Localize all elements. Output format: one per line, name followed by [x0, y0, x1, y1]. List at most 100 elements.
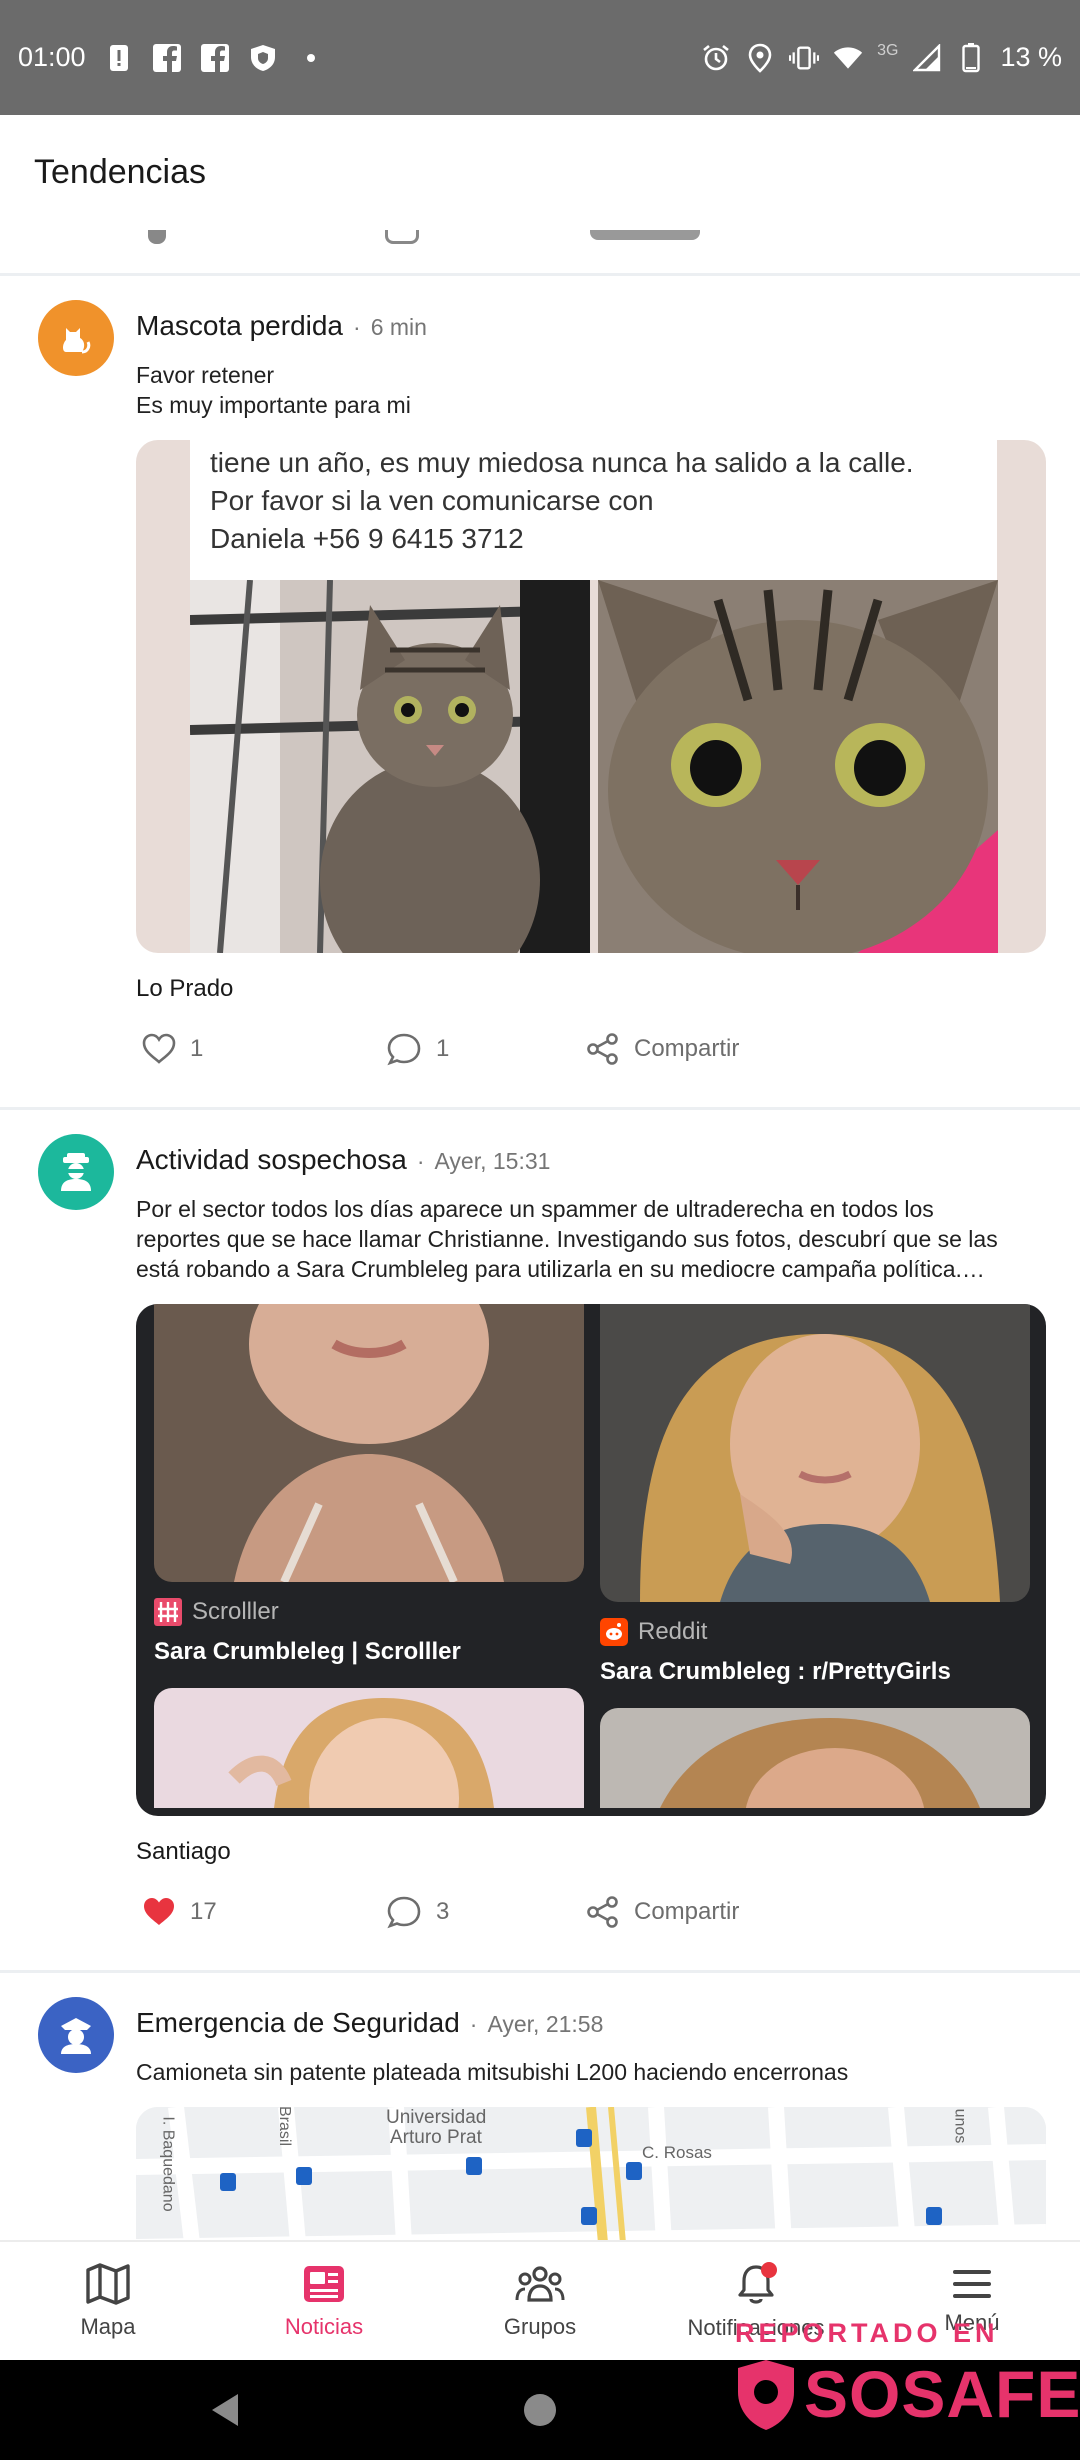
police-officer-icon [61, 2018, 91, 2054]
link-title: Sara Crumbleleg : r/PrettyGirls [600, 1658, 951, 1685]
back-icon[interactable] [208, 2392, 242, 2428]
battery-icon [956, 42, 986, 73]
nav-item-mapa[interactable]: Mapa [0, 2242, 216, 2360]
nav-label: Grupos [503, 2314, 577, 2339]
alarm-icon [701, 43, 731, 73]
link-source: Scrolller [154, 1598, 584, 1626]
wifi-icon [833, 43, 863, 73]
sosafe-logo-icon [738, 2360, 794, 2430]
like-button[interactable]: 17 [136, 1896, 386, 1928]
post-time: Ayer, 21:58 [487, 2011, 604, 2037]
post-actions: 17 3 Compartir [136, 1878, 1046, 1946]
facebook-icon [200, 43, 230, 73]
share-label: Compartir [634, 1035, 740, 1062]
share-icon [587, 1033, 618, 1065]
link-title: Sara Crumbleleg | Scrolller [154, 1638, 461, 1665]
like-count: 1 [190, 1035, 204, 1062]
home-icon[interactable] [522, 2392, 558, 2428]
image-caption: tiene un año, es muy miedosa nunca ha sa… [190, 440, 997, 580]
share-button[interactable]: Compartir [586, 1895, 739, 1929]
link-preview-card[interactable]: Reddit Sara Crumbleleg : r/PrettyGirls [600, 1304, 1030, 1808]
previous-post-actions [0, 230, 1080, 276]
post-separator: · [469, 2011, 478, 2037]
alert-notification-icon [104, 43, 134, 73]
share-button[interactable]: Compartir [586, 1032, 739, 1066]
heart-filled-icon [144, 1898, 174, 1925]
avatar [38, 1997, 114, 2073]
nav-label: Mapa [80, 2314, 136, 2339]
cat-photo-right [598, 580, 998, 953]
map-label: Arturo Prat [390, 2127, 482, 2148]
link-source-name: Reddit [638, 1618, 708, 1645]
avatar [38, 300, 114, 376]
comment-icon [387, 1033, 421, 1066]
post-header: Actividad sospechosa · Ayer, 15:31 [136, 1144, 1046, 1176]
post-separator: · [416, 1148, 425, 1174]
map-preview[interactable]: Universidad Arturo Prat Brasil C. Rosas … [136, 2107, 1046, 2240]
signal-icon [912, 43, 942, 73]
map-label: Universidad [386, 2107, 487, 2128]
post-text: Camioneta sin patente plateada mitsubish… [136, 2059, 849, 2085]
preview-image [600, 1708, 1030, 1808]
map-label: C. Rosas [642, 2143, 712, 2162]
post-text-line: Favor retener [136, 362, 275, 388]
post-time: Ayer, 15:31 [434, 1148, 551, 1174]
map-label: I. Baquedano [159, 2116, 177, 2212]
share-label: Compartir [634, 1898, 740, 1925]
avatar [38, 1134, 114, 1210]
post-category: Emergencia de Seguridad [136, 2007, 460, 2038]
nav-item-grupos[interactable]: Grupos [432, 2242, 648, 2360]
post-text: Por el sector todos los días aparece un … [136, 1196, 998, 1282]
post-image[interactable]: tiene un año, es muy miedosa nunca ha sa… [136, 440, 1046, 953]
bell-icon [738, 2262, 777, 2304]
status-time: 01:00 [18, 42, 86, 72]
comment-button[interactable]: 1 [386, 1032, 586, 1066]
location-icon [745, 43, 775, 73]
post-card[interactable]: Emergencia de Seguridad · Ayer, 21:58 Ca… [0, 1973, 1080, 2240]
image-caption-line: Por favor si la ven comunicarse con [210, 485, 654, 516]
watermark-text: REPORTADO EN [735, 2318, 999, 2348]
app-header: Tendencias [0, 115, 1080, 230]
vibrate-icon [789, 43, 820, 73]
post-card[interactable]: Actividad sospechosa · Ayer, 15:31 Por e… [0, 1110, 1080, 1973]
nav-item-noticias[interactable]: Noticias [216, 2242, 432, 2360]
preview-image [600, 1304, 1030, 1602]
map-label: Brasil [276, 2107, 294, 2147]
link-preview-card[interactable]: Scrolller Sara Crumbleleg | Scrolller [154, 1304, 584, 1808]
page-title: Tendencias [34, 153, 207, 191]
detective-icon [61, 1153, 91, 1191]
comment-count: 3 [436, 1898, 450, 1925]
map-label: unos [951, 2108, 969, 2144]
link-source-name: Scrolller [192, 1598, 279, 1625]
sosafe-watermark: REPORTADO EN SOSAFE [730, 2318, 1080, 2458]
facebook-icon [152, 43, 182, 73]
dot-icon [296, 43, 326, 73]
news-feed[interactable]: Mascota perdida · 6 min Favor retener Es… [0, 230, 1080, 2240]
post-time: 6 min [370, 314, 427, 340]
post-category: Mascota perdida [136, 310, 344, 341]
news-icon [304, 2266, 344, 2302]
shield-icon [248, 43, 278, 73]
image-caption-line: tiene un año, es muy miedosa nunca ha sa… [210, 447, 914, 478]
like-count: 17 [190, 1898, 217, 1925]
post-separator: · [353, 314, 361, 340]
like-button[interactable]: 1 [136, 1033, 386, 1065]
groups-icon [515, 2266, 565, 2302]
watermark-brand: SOSAFE [804, 2357, 1080, 2431]
heart-outline-icon [142, 1033, 176, 1064]
map-icon [86, 2263, 130, 2305]
reddit-icon [600, 1618, 628, 1646]
link-source: Reddit [600, 1618, 1030, 1646]
scrolller-icon [154, 1598, 182, 1626]
comment-button[interactable]: 3 [386, 1895, 586, 1929]
post-location: Santiago [136, 1838, 231, 1865]
cat-icon [63, 328, 91, 354]
comment-icon [387, 1896, 421, 1929]
menu-icon [953, 2270, 991, 2298]
nav-label: Noticias [284, 2314, 364, 2339]
post-card[interactable]: Mascota perdida · 6 min Favor retener Es… [0, 276, 1080, 1110]
post-text: Favor retener Es muy importante para mi [136, 360, 1046, 420]
preview-image [154, 1688, 584, 1808]
link-preview-gallery[interactable]: Scrolller Sara Crumbleleg | Scrolller Re… [136, 1304, 1046, 1816]
network-type: 3G [877, 41, 899, 59]
